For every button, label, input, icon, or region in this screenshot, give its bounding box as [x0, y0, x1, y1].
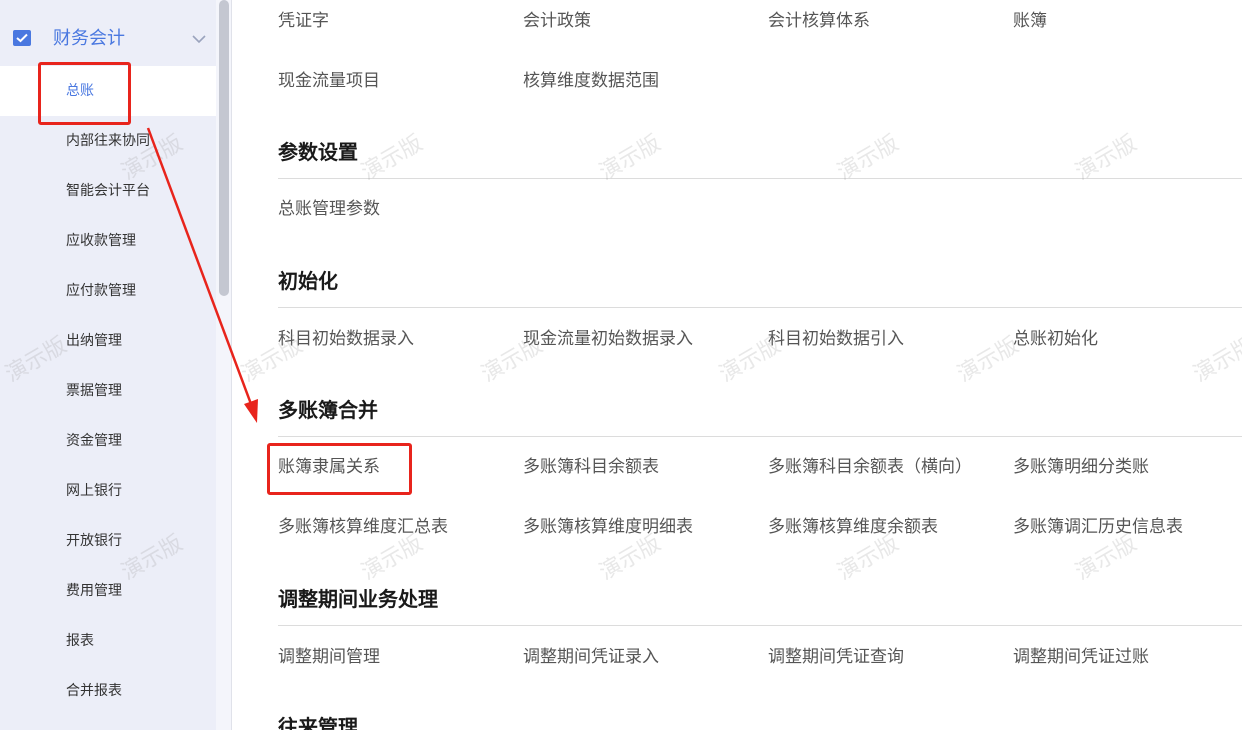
- annotation-highlight-general-ledger: [38, 62, 131, 125]
- app-window: 财务会计 总账 内部往来协同 智能会计平台 应收款管理 应付款管理 出纳管理 票…: [0, 0, 1242, 730]
- link-adjustment-voucher-entry[interactable]: 调整期间凭证录入: [523, 646, 659, 668]
- link-dimension-data-range[interactable]: 核算维度数据范围: [523, 70, 659, 92]
- divider: [278, 436, 1242, 437]
- sidebar-item-receivables[interactable]: 应收款管理: [0, 216, 216, 266]
- sidebar-scrollbar-thumb[interactable]: [219, 0, 229, 296]
- sidebar-item-bills[interactable]: 票据管理: [0, 366, 216, 416]
- sidebar-group-finance[interactable]: 财务会计: [0, 15, 216, 63]
- sidebar-item-label: 资金管理: [66, 433, 122, 449]
- sidebar-item-funds[interactable]: 资金管理: [0, 416, 216, 466]
- link-multi-book-balance-horizontal[interactable]: 多账簿科目余额表（横向）: [768, 456, 972, 478]
- link-multi-book-detail-ledger[interactable]: 多账簿明细分类账: [1013, 456, 1149, 478]
- sidebar-item-label: 费用管理: [66, 583, 122, 599]
- link-multi-book-dimension-detail[interactable]: 多账簿核算维度明细表: [523, 516, 693, 538]
- sidebar-item-payables[interactable]: 应付款管理: [0, 266, 216, 316]
- link-account-init-import[interactable]: 科目初始数据引入: [768, 328, 904, 350]
- divider: [278, 307, 1242, 308]
- sidebar-item-label: 开放银行: [66, 533, 122, 549]
- finance-check-icon: [13, 30, 31, 46]
- sidebar-item-expenses[interactable]: 费用管理: [0, 566, 216, 616]
- sidebar-item-label: 内部往来协同: [66, 133, 150, 149]
- link-accounting-policy[interactable]: 会计政策: [523, 10, 591, 32]
- sidebar-item-open-bank[interactable]: 开放银行: [0, 516, 216, 566]
- link-gl-parameters[interactable]: 总账管理参数: [278, 198, 380, 220]
- link-cashflow-item[interactable]: 现金流量项目: [278, 70, 380, 92]
- link-accounting-system[interactable]: 会计核算体系: [768, 10, 870, 32]
- section-title-adjustment-period: 调整期间业务处理: [278, 587, 438, 611]
- section-title-parameters: 参数设置: [278, 140, 358, 164]
- link-gl-initialize[interactable]: 总账初始化: [1013, 328, 1098, 350]
- sidebar-item-cashier[interactable]: 出纳管理: [0, 316, 216, 366]
- link-voucher-word[interactable]: 凭证字: [278, 10, 329, 32]
- annotation-highlight-book-affiliation: [267, 443, 412, 495]
- sidebar-item-label: 出纳管理: [66, 333, 122, 349]
- link-multi-book-exchange-history[interactable]: 多账簿调汇历史信息表: [1013, 516, 1183, 538]
- link-cashflow-init-entry[interactable]: 现金流量初始数据录入: [523, 328, 693, 350]
- link-ledger-book[interactable]: 账簿: [1013, 10, 1047, 32]
- chevron-down-icon[interactable]: [192, 31, 206, 45]
- link-account-init-entry[interactable]: 科目初始数据录入: [278, 328, 414, 350]
- link-adjustment-voucher-posting[interactable]: 调整期间凭证过账: [1013, 646, 1149, 668]
- section-title-initialization: 初始化: [278, 269, 338, 293]
- divider: [278, 625, 1242, 626]
- link-adjustment-voucher-query[interactable]: 调整期间凭证查询: [768, 646, 904, 668]
- link-multi-book-dimension-balance[interactable]: 多账簿核算维度余额表: [768, 516, 938, 538]
- sidebar-item-online-bank[interactable]: 网上银行: [0, 466, 216, 516]
- sidebar-item-label: 网上银行: [66, 483, 122, 499]
- sidebar-item-reports[interactable]: 报表: [0, 616, 216, 666]
- sidebar-item-label: 应付款管理: [66, 283, 136, 299]
- link-multi-book-dimension-summary[interactable]: 多账簿核算维度汇总表: [278, 516, 448, 538]
- sidebar-item-label: 合并报表: [66, 683, 122, 699]
- section-title-multi-book-merge: 多账簿合并: [278, 398, 378, 422]
- main-content: 凭证字 会计政策 会计核算体系 账簿 现金流量项目 核算维度数据范围 参数设置 …: [233, 0, 1242, 730]
- sidebar-item-label: 票据管理: [66, 383, 122, 399]
- link-adjustment-period-manage[interactable]: 调整期间管理: [278, 646, 380, 668]
- sidebar-item-label: 智能会计平台: [66, 183, 150, 199]
- sidebar-item-label: 应收款管理: [66, 233, 136, 249]
- sidebar-group-title: 财务会计: [53, 28, 125, 49]
- divider: [278, 178, 1242, 179]
- sidebar-item-consolidated-reports[interactable]: 合并报表: [0, 666, 216, 716]
- sidebar-item-label: 报表: [66, 633, 94, 649]
- sidebar-item-smart-accounting[interactable]: 智能会计平台: [0, 166, 216, 216]
- link-multi-book-balance[interactable]: 多账簿科目余额表: [523, 456, 659, 478]
- section-title-current-account: 往来管理: [278, 715, 358, 730]
